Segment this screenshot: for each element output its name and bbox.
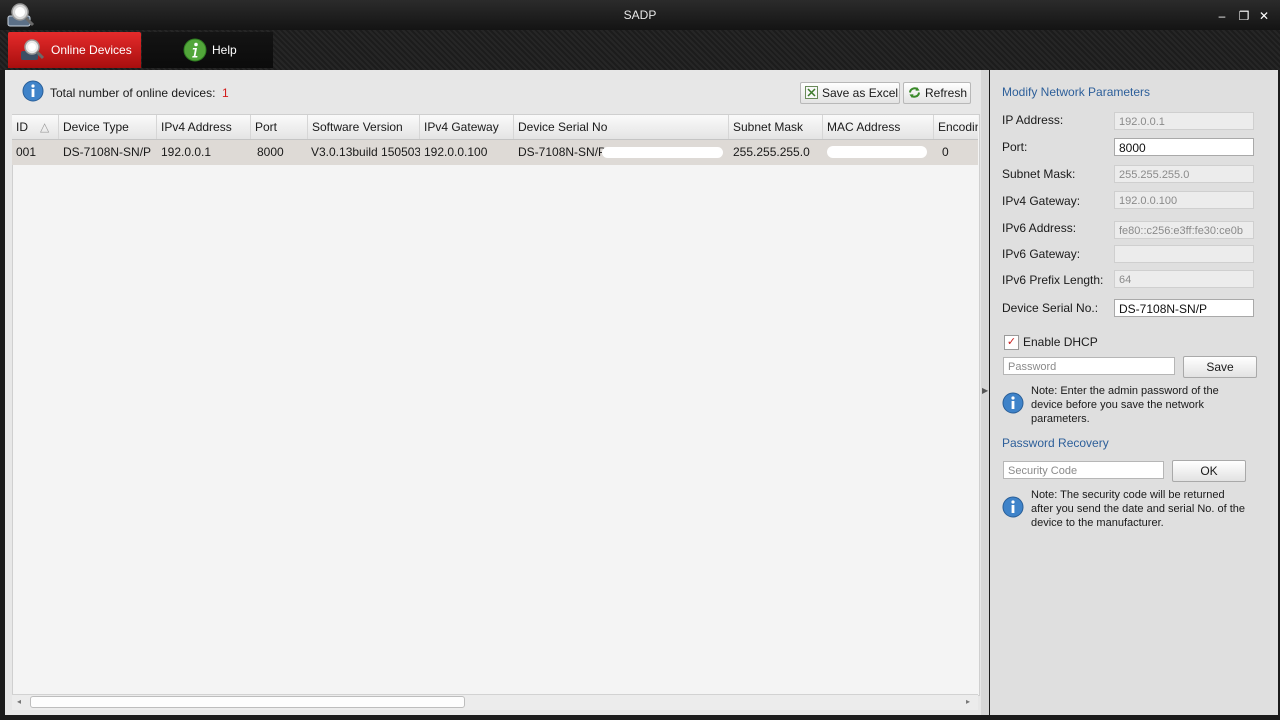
ip-address-label: IP Address: [1002, 113, 1064, 127]
port-input[interactable]: 8000 [1114, 138, 1254, 156]
cell-port: 8000 [257, 145, 284, 159]
window-title: SADP [623, 8, 657, 22]
scroll-left-arrow-icon[interactable]: ◂ [17, 697, 21, 706]
info-icon [1002, 392, 1024, 414]
minimize-button[interactable]: – [1214, 8, 1230, 24]
device-table [12, 114, 980, 696]
info-icon [183, 38, 207, 62]
ipv6-prefix-length-field: 64 [1114, 270, 1254, 288]
subnet-mask-field: 255.255.255.0 [1114, 165, 1254, 183]
column-header-software-version[interactable]: Software Version [308, 115, 420, 139]
redaction-mark [602, 147, 723, 158]
column-header-ipv4-gateway[interactable]: IPv4 Gateway [420, 115, 514, 139]
ok-button[interactable]: OK [1172, 460, 1246, 482]
column-header-port[interactable]: Port [251, 115, 308, 139]
ipv6-address-field: fe80::c256:e3ff:fe30:ce0b [1114, 221, 1254, 239]
device-serial-no-label: Device Serial No.: [1002, 301, 1099, 315]
sort-indicator-icon: △ [40, 120, 50, 134]
port-label: Port: [1002, 140, 1028, 154]
save-as-excel-label: Save as Excel [822, 86, 899, 100]
ipv6-prefix-length-label: IPv6 Prefix Length: [1002, 273, 1104, 287]
device-serial-no-input[interactable]: DS-7108N-SN/P [1114, 299, 1254, 317]
ipv6-gateway-label: IPv6 Gateway: [1002, 247, 1081, 261]
refresh-icon [909, 87, 920, 98]
close-button[interactable]: ✕ [1256, 8, 1272, 24]
enable-dhcp-label: Enable DHCP [1023, 335, 1098, 349]
ipv4-gateway-label: IPv4 Gateway: [1002, 194, 1081, 208]
horizontal-scrollbar-thumb[interactable] [30, 696, 465, 708]
collapse-arrow-icon[interactable]: ▶ [982, 386, 988, 395]
info-icon [22, 80, 44, 102]
tab-online-devices-label: Online Devices [51, 43, 132, 57]
info-icon [1002, 496, 1024, 518]
modify-network-parameters-title: Modify Network Parameters [1002, 85, 1151, 99]
table-header: ID △ Device Type IPv4 Address Port Softw… [12, 115, 978, 140]
tab-help-label: Help [212, 43, 237, 57]
ipv4-gateway-field: 192.0.0.100 [1114, 191, 1254, 209]
ipv6-gateway-field [1114, 245, 1254, 263]
cell-device-type: DS-7108N-SN/P [63, 145, 152, 159]
ipv6-address-label: IPv6 Address: [1002, 221, 1077, 235]
magnifier-icon [21, 39, 45, 60]
ip-address-field: 192.0.0.1 [1114, 112, 1254, 130]
column-header-subnet-mask[interactable]: Subnet Mask [729, 115, 823, 139]
device-count-value: 1 [222, 86, 229, 100]
restore-button[interactable]: ❐ [1236, 8, 1252, 24]
security-code-input[interactable]: Security Code [1003, 461, 1164, 479]
tab-help[interactable]: Help [142, 32, 273, 68]
column-header-device-serial-no[interactable]: Device Serial No [514, 115, 729, 139]
save-button[interactable]: Save [1183, 356, 1257, 378]
password-input[interactable]: Password [1003, 357, 1175, 375]
save-note-text: Note: Enter the admin password of the de… [1031, 385, 1219, 425]
subnet-mask-label: Subnet Mask: [1002, 167, 1076, 181]
column-header-device-type[interactable]: Device Type [59, 115, 157, 139]
cell-software-version: V3.0.13build 150503 [311, 145, 420, 159]
save-as-excel-button[interactable]: Save as Excel [800, 82, 900, 104]
column-header-ipv4-address[interactable]: IPv4 Address [157, 115, 251, 139]
excel-icon [805, 86, 818, 99]
table-row[interactable]: 001 DS-7108N-SN/P 192.0.0.1 8000 V3.0.13… [12, 140, 978, 165]
redaction-mark [827, 146, 927, 158]
refresh-button[interactable]: Refresh [903, 82, 971, 104]
cell-encoding: 0 [942, 145, 949, 159]
cell-ipv4-address: 192.0.0.1 [161, 145, 212, 159]
column-header-mac-address[interactable]: MAC Address [823, 115, 934, 139]
tab-online-devices[interactable]: Online Devices [8, 32, 141, 68]
scroll-right-arrow-icon[interactable]: ▸ [966, 697, 970, 706]
cell-ipv4-gateway: 192.0.0.100 [424, 145, 488, 159]
password-recovery-title: Password Recovery [1002, 436, 1109, 450]
column-header-id[interactable]: ID △ [12, 115, 59, 139]
recovery-note-text: Note: The security code will be returned… [1031, 489, 1246, 529]
cell-id: 001 [16, 145, 37, 159]
device-count-label: Total number of online devices: [50, 86, 216, 100]
refresh-label: Refresh [925, 86, 968, 100]
enable-dhcp-checkbox[interactable]: ✓ [1004, 335, 1019, 350]
column-header-encoding[interactable]: Encoding [934, 115, 978, 139]
cell-subnet-mask: 255.255.255.0 [733, 145, 810, 159]
